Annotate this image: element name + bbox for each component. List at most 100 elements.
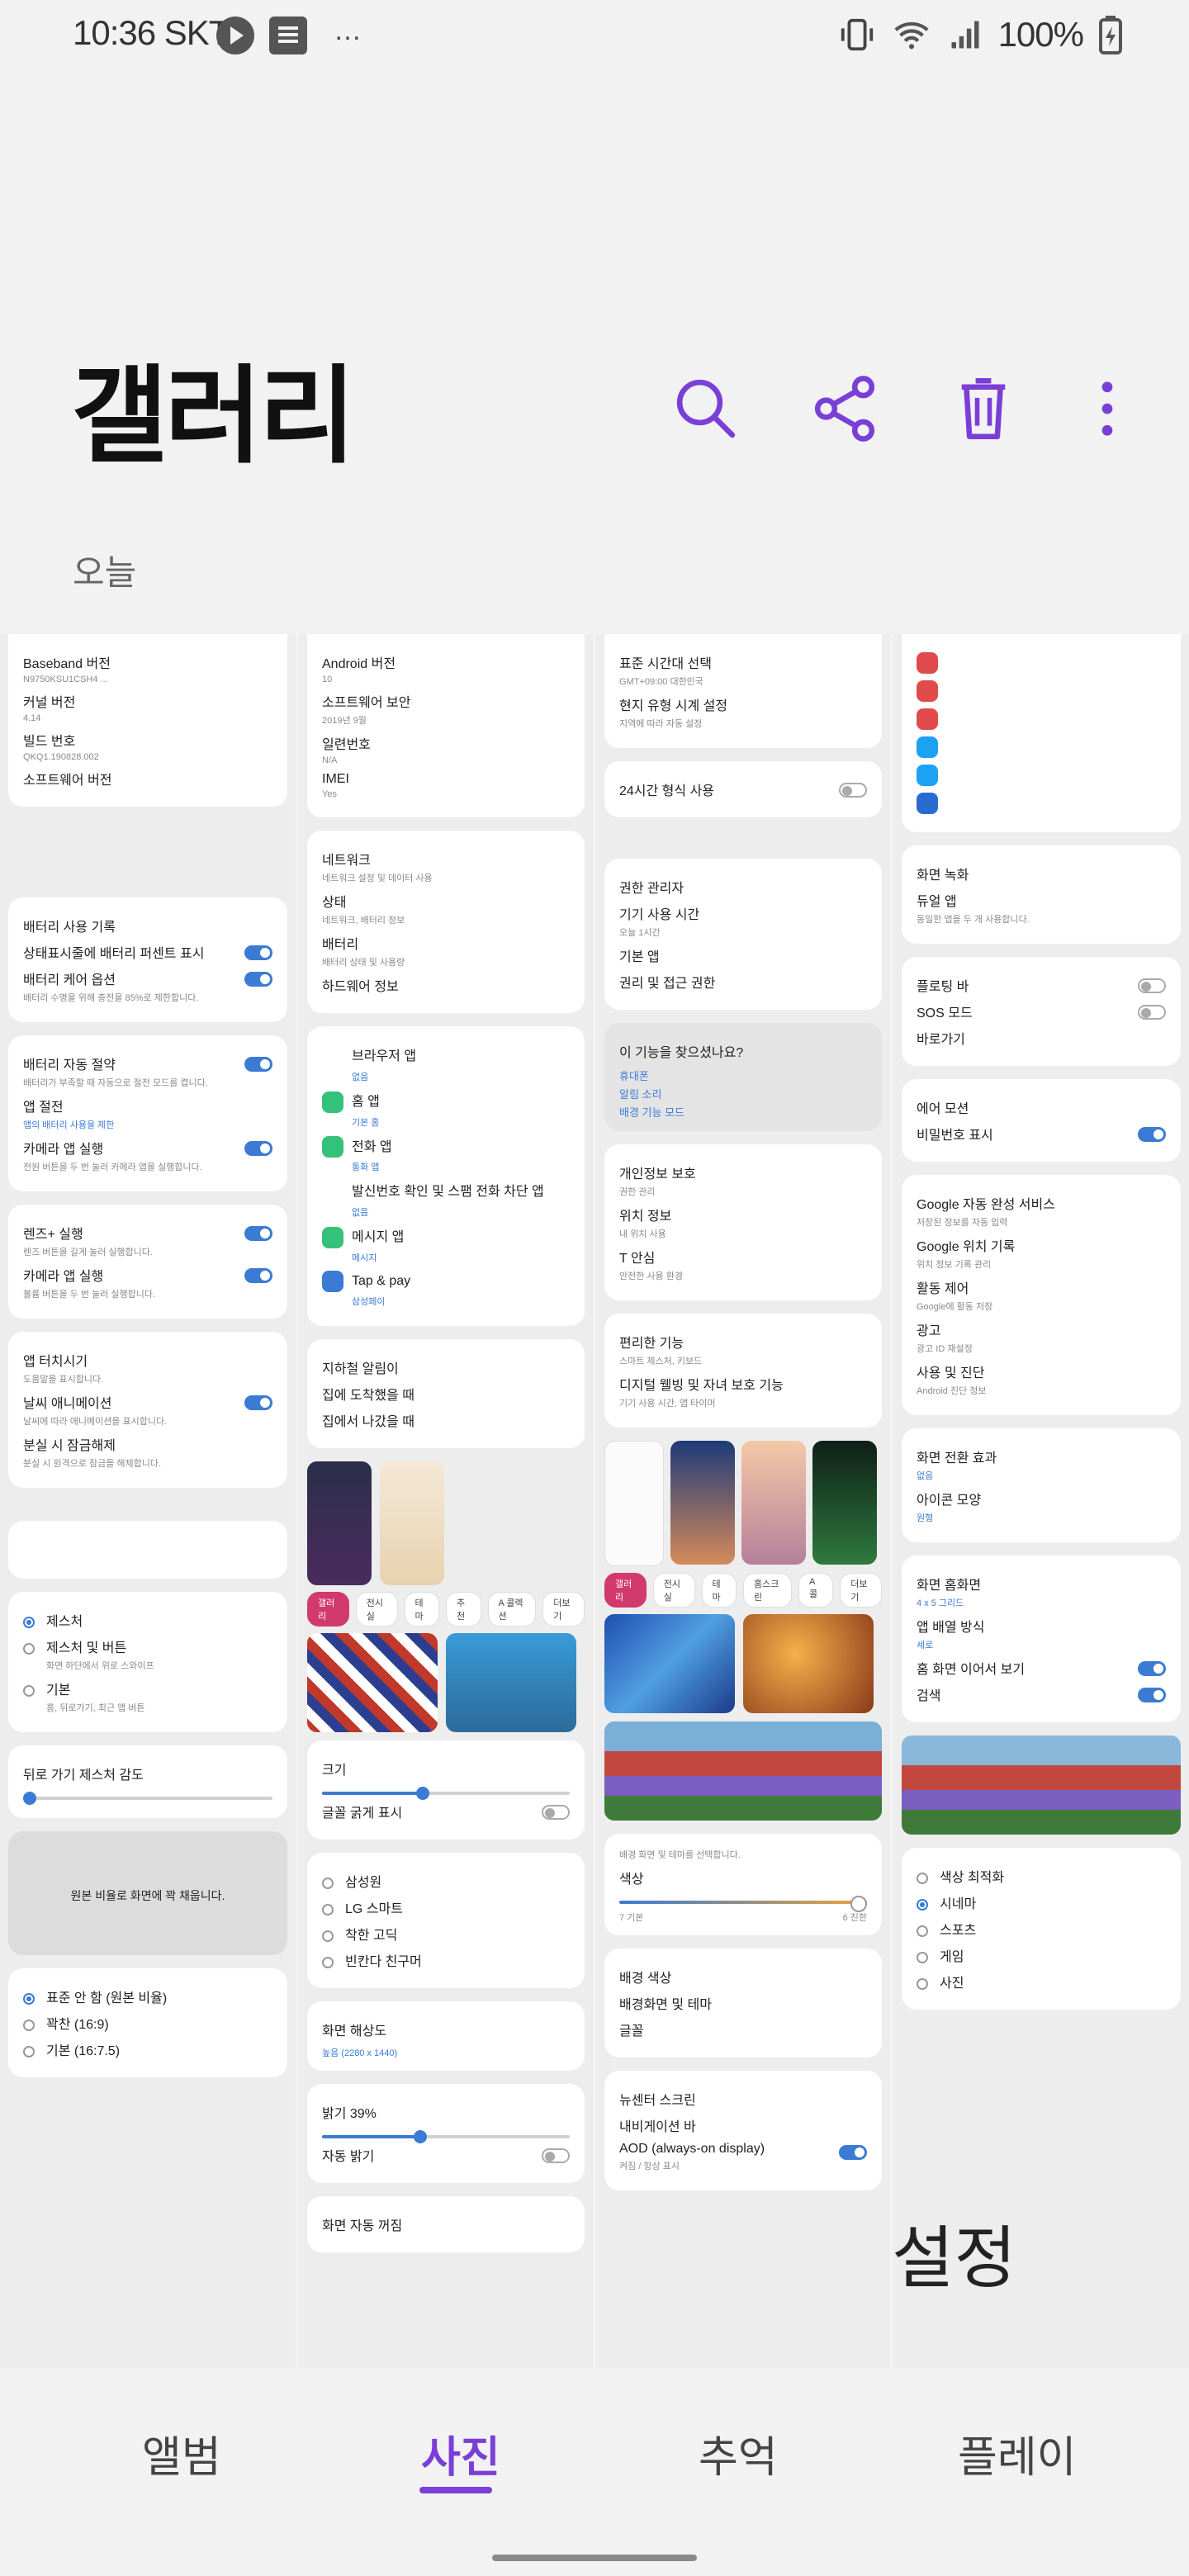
settings-row[interactable]: 플로팅 바 <box>917 975 1166 995</box>
radio-button[interactable] <box>917 1925 928 1937</box>
settings-row[interactable]: 카메라 앱 실행 볼륨 버튼을 두 번 눌러 실행합니다. <box>23 1265 272 1300</box>
settings-row[interactable]: 사용 및 진단 Android 진단 정보 <box>917 1361 1166 1397</box>
settings-row[interactable]: 개인정보 보호 권한 관리 <box>619 1163 867 1198</box>
settings-row[interactable]: 상태 네트워크, 배터리 정보 <box>322 891 570 926</box>
radio-button[interactable] <box>23 1684 35 1697</box>
radio-option[interactable]: 제스처 및 버튼 화면 하단에서 위로 스와이프 <box>23 1636 272 1672</box>
radio-option[interactable]: 스포츠 <box>917 1919 1166 1939</box>
theme-chip[interactable]: 갤러리 <box>604 1573 647 1608</box>
theme-chip[interactable]: A 콜렉션 <box>487 1591 537 1627</box>
radio-button[interactable] <box>917 1951 928 1963</box>
suggestion-link[interactable]: 휴대폰 <box>619 1068 867 1083</box>
settings-row[interactable]: 소프트웨어 보안 2019년 9월 <box>322 691 570 727</box>
settings-row[interactable]: 집에서 나갔을 때 <box>322 1410 570 1430</box>
gesture-slider[interactable] <box>23 1792 272 1805</box>
settings-row[interactable]: 현지 유형 시계 설정 지역에 따라 자동 설정 <box>619 694 867 730</box>
default-app-row[interactable]: 전화 앱 통화 앱 <box>322 1135 570 1174</box>
tab-photos[interactable]: 사진 <box>421 2422 500 2484</box>
radio-button[interactable] <box>23 1992 35 2005</box>
default-app-row[interactable]: 브라우저 앱 없음 <box>322 1044 570 1083</box>
settings-row[interactable]: 앱 배열 방식 세로 <box>917 1616 1166 1651</box>
settings-row[interactable]: 배터리 배터리 상태 및 사용량 <box>322 933 570 968</box>
radio-option[interactable]: 게임 <box>917 1945 1166 1965</box>
share-button[interactable] <box>808 372 882 446</box>
radio-button[interactable] <box>917 1898 928 1911</box>
theme-chip[interactable]: 전시실 <box>652 1573 695 1608</box>
radio-option[interactable]: 착한 고딕 <box>322 1924 570 1944</box>
toggle-switch[interactable] <box>1138 978 1166 993</box>
settings-row[interactable]: 네트워크 네트워크 설정 및 데이터 사용 <box>322 849 570 884</box>
settings-row[interactable]: 배경화면 및 테마 <box>619 1993 867 2013</box>
settings-row[interactable]: 홈 화면 이어서 보기 <box>917 1658 1166 1678</box>
settings-row[interactable]: 화면 녹화 <box>917 864 1166 883</box>
settings-row[interactable]: Baseband 버전 N9750KSU1CSH4 ... <box>23 652 272 684</box>
toggle-switch[interactable] <box>244 1141 272 1156</box>
settings-row[interactable]: Google 자동 완성 서비스 저장된 정보를 자동 입력 <box>917 1193 1166 1229</box>
default-app-row[interactable]: 발신번호 확인 및 스팸 전화 차단 앱 없음 <box>322 1180 570 1219</box>
settings-row[interactable]: 듀얼 앱 동일한 앱을 두 개 사용합니다. <box>917 890 1166 926</box>
photo-thumbnail[interactable]: 화면 녹화듀얼 앱 동일한 앱을 두 개 사용합니다. 플로팅 바 SOS 모드바로… <box>893 634 1189 2368</box>
settings-row[interactable]: 디지털 웰빙 및 자녀 보호 기능 기기 사용 시간, 앱 타이머 <box>619 1374 867 1409</box>
radio-button[interactable] <box>23 2019 35 2031</box>
radio-option[interactable]: LG 스마트 <box>322 1897 570 1917</box>
font-size-slider[interactable] <box>322 1786 570 1800</box>
toggle-switch[interactable] <box>244 945 272 960</box>
settings-row[interactable]: 바로가기 <box>917 1028 1166 1048</box>
default-app-row[interactable]: 메시지 앱 메시지 <box>322 1225 570 1264</box>
settings-row[interactable]: Android 버전 10 <box>322 652 570 684</box>
settings-row[interactable]: 커널 버전 4.14 <box>23 691 272 723</box>
theme-chip[interactable]: 갤러리 <box>307 1591 349 1627</box>
radio-option[interactable]: 기본 (16:7.5) <box>23 2039 272 2059</box>
settings-row[interactable]: 날씨 애니메이션 날씨에 따라 애니메이션을 표시합니다. <box>23 1392 272 1428</box>
theme-chip[interactable]: 추천 <box>446 1591 481 1627</box>
settings-row[interactable]: 편리한 기능 스마트 제스처, 키보드 <box>619 1332 867 1367</box>
settings-row[interactable]: 화면 전환 효과 없음 <box>917 1447 1166 1482</box>
suggestion-link[interactable]: 배경 기능 모드 <box>619 1104 867 1120</box>
settings-row[interactable]: 권리 및 접근 권한 <box>619 972 867 992</box>
settings-row[interactable]: 내비게이션 바 <box>619 2115 867 2135</box>
resolution-card[interactable]: 화면 해상도 높음 (2280 x 1440) <box>307 2001 585 2071</box>
radio-option[interactable]: 시네마 <box>917 1892 1166 1912</box>
settings-row[interactable]: 소프트웨어 버전 <box>23 769 272 788</box>
settings-row[interactable]: 상태표시줄에 배터리 퍼센트 표시 <box>23 942 272 962</box>
radio-option[interactable]: 꽉찬 (16:9) <box>23 2013 272 2033</box>
toggle-switch[interactable] <box>1138 1661 1166 1676</box>
delete-button[interactable] <box>946 372 1021 446</box>
tab-memories[interactable]: 추억 <box>699 2422 778 2484</box>
tab-play[interactable]: 플레이 <box>958 2422 1077 2484</box>
radio-button[interactable] <box>322 1956 334 1968</box>
settings-row[interactable]: SOS 모드 <box>917 1002 1166 1021</box>
bold-toggle[interactable] <box>542 1804 570 1820</box>
radio-option[interactable]: 빈칸다 친구머 <box>322 1950 570 1970</box>
radio-button[interactable] <box>917 1977 928 1990</box>
hour24-toggle[interactable] <box>839 783 867 798</box>
settings-row[interactable]: AOD (always-on display) 켜짐 / 항상 표시 <box>619 2142 867 2172</box>
toggle-switch[interactable] <box>1138 1005 1166 1020</box>
radio-option[interactable]: 기본 홈, 뒤로가기, 최근 앱 버튼 <box>23 1679 272 1714</box>
default-app-row[interactable]: 홈 앱 기본 홈 <box>322 1090 570 1129</box>
radio-button[interactable] <box>917 1872 928 1884</box>
radio-button[interactable] <box>322 1877 334 1889</box>
auto-brightness-toggle[interactable] <box>542 2147 570 2163</box>
more-options-button[interactable] <box>1070 372 1144 446</box>
settings-row[interactable]: 앱 터치시기 도움말을 표시합니다. <box>23 1350 272 1385</box>
tab-albums[interactable]: 앨범 <box>142 2422 221 2484</box>
suggestion-link[interactable]: 알림 소리 <box>619 1086 867 1101</box>
toggle-switch[interactable] <box>244 972 272 987</box>
settings-row[interactable]: 광고 광고 ID 재설정 <box>917 1319 1166 1355</box>
toggle-switch[interactable] <box>1138 1127 1166 1142</box>
settings-row[interactable]: 아이콘 모양 원형 <box>917 1489 1166 1524</box>
toggle-switch[interactable] <box>839 2145 867 2160</box>
settings-row[interactable]: 일련번호 N/A <box>322 733 570 765</box>
theme-chip[interactable]: 홈스크린 <box>743 1573 792 1608</box>
settings-row[interactable]: 카메라 앱 실행 전원 버튼을 두 번 눌러 카메라 앱을 실행합니다. <box>23 1138 272 1173</box>
toggle-switch[interactable] <box>244 1395 272 1410</box>
settings-row[interactable]: 기기 사용 시간 오늘 1시간 <box>619 903 867 939</box>
radio-option[interactable]: 색상 최적화 <box>917 1866 1166 1886</box>
settings-row[interactable]: 기본 앱 <box>619 945 867 965</box>
settings-row[interactable]: IMEI Yes <box>322 772 570 799</box>
radio-option[interactable]: 제스처 <box>23 1610 272 1630</box>
radio-option[interactable]: 표준 안 함 (원본 비율) <box>23 1986 272 2006</box>
radio-option[interactable]: 사진 <box>917 1972 1166 1991</box>
settings-row[interactable]: 집에 도착했을 때 <box>322 1384 570 1404</box>
